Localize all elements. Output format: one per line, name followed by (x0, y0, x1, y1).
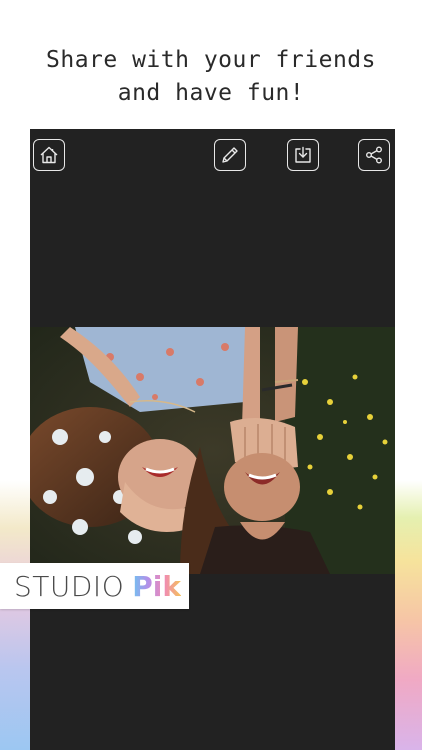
two-friends-covering-eyes-photo (30, 327, 395, 574)
headline-line-1: Share with your friends (46, 47, 376, 73)
share-button[interactable] (358, 139, 390, 171)
edit-button[interactable] (214, 139, 246, 171)
headline: Share with your friends and have fun! (0, 44, 422, 110)
download-icon (295, 146, 311, 163)
share-icon (366, 146, 382, 164)
home-icon (40, 146, 58, 164)
pencil-icon (222, 147, 238, 163)
home-button[interactable] (33, 139, 65, 171)
save-button[interactable] (287, 139, 319, 171)
headline-line-2: and have fun! (117, 80, 305, 106)
app-screen (30, 129, 395, 750)
logo-pik-text: Pik (132, 569, 181, 603)
rainbow-strip-left (0, 480, 30, 750)
studio-pik-logo: STUDIO Pik (0, 563, 189, 609)
rainbow-strip-right (395, 480, 422, 750)
logo-studio-text: STUDIO (14, 569, 125, 603)
